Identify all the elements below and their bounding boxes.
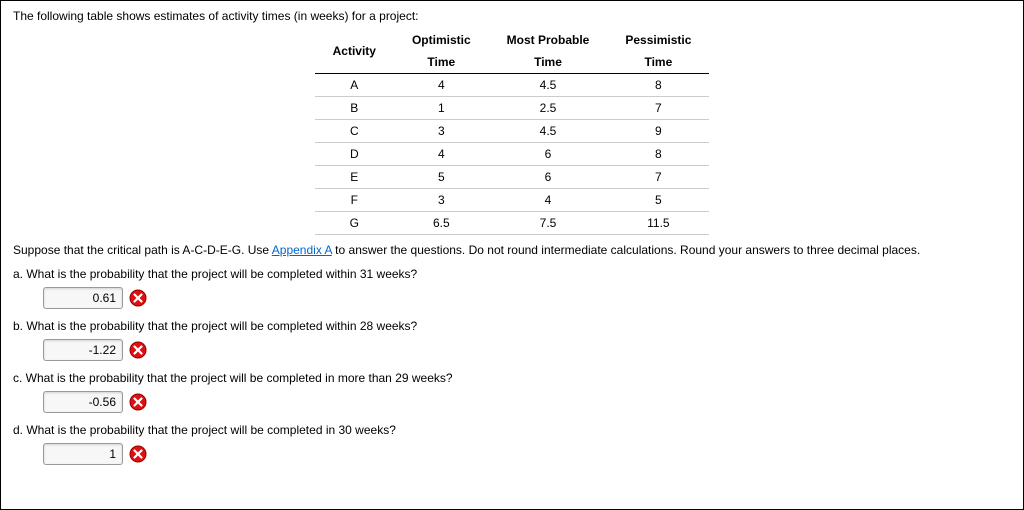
table-row: F 3 4 5 [315, 189, 710, 212]
cell-prob: 6 [489, 166, 608, 189]
question-c: c. What is the probability that the proj… [13, 371, 1011, 413]
activity-header: Activity [315, 29, 394, 74]
cell-pess: 11.5 [607, 212, 709, 235]
wrong-icon [129, 289, 147, 307]
wrong-icon [129, 445, 147, 463]
cell-opt: 4 [394, 143, 489, 166]
question-d-text: d. What is the probability that the proj… [13, 423, 1011, 437]
cell-prob: 6 [489, 143, 608, 166]
cell-opt: 4 [394, 74, 489, 97]
instructions-post: to answer the questions. Do not round in… [332, 243, 920, 257]
cell-activity: G [315, 212, 394, 235]
table-row: E 5 6 7 [315, 166, 710, 189]
question-d: d. What is the probability that the proj… [13, 423, 1011, 465]
cell-activity: F [315, 189, 394, 212]
answer-c-input[interactable] [43, 391, 123, 413]
cell-pess: 8 [607, 74, 709, 97]
table-header-row-1: Activity Optimistic Most Probable Pessim… [315, 29, 710, 51]
cell-activity: E [315, 166, 394, 189]
appendix-link[interactable]: Appendix A [272, 243, 332, 257]
pessimistic-header-l2: Time [607, 51, 709, 74]
wrong-icon [129, 341, 147, 359]
answer-a-input[interactable] [43, 287, 123, 309]
cell-prob: 2.5 [489, 97, 608, 120]
cell-activity: C [315, 120, 394, 143]
cell-activity: A [315, 74, 394, 97]
cell-pess: 7 [607, 166, 709, 189]
cell-prob: 4.5 [489, 120, 608, 143]
question-a-text: a. What is the probability that the proj… [13, 267, 1011, 281]
activity-table: Activity Optimistic Most Probable Pessim… [315, 29, 710, 235]
optimistic-header-l2: Time [394, 51, 489, 74]
cell-opt: 5 [394, 166, 489, 189]
optimistic-header-l1: Optimistic [394, 29, 489, 51]
question-b-text: b. What is the probability that the proj… [13, 319, 1011, 333]
question-a: a. What is the probability that the proj… [13, 267, 1011, 309]
table-row: A 4 4.5 8 [315, 74, 710, 97]
cell-prob: 7.5 [489, 212, 608, 235]
cell-opt: 3 [394, 189, 489, 212]
pessimistic-header-l1: Pessimistic [607, 29, 709, 51]
probable-header-l1: Most Probable [489, 29, 608, 51]
cell-opt: 6.5 [394, 212, 489, 235]
activity-table-container: Activity Optimistic Most Probable Pessim… [13, 29, 1011, 235]
cell-pess: 5 [607, 189, 709, 212]
table-row: C 3 4.5 9 [315, 120, 710, 143]
cell-opt: 3 [394, 120, 489, 143]
answer-b-input[interactable] [43, 339, 123, 361]
cell-opt: 1 [394, 97, 489, 120]
instructions-pre: Suppose that the critical path is A-C-D-… [13, 243, 272, 257]
table-row: D 4 6 8 [315, 143, 710, 166]
instructions-text: Suppose that the critical path is A-C-D-… [13, 243, 1011, 257]
probable-header-l2: Time [489, 51, 608, 74]
cell-prob: 4 [489, 189, 608, 212]
question-c-text: c. What is the probability that the proj… [13, 371, 1011, 385]
cell-activity: B [315, 97, 394, 120]
cell-pess: 9 [607, 120, 709, 143]
intro-text: The following table shows estimates of a… [13, 9, 1011, 23]
answer-d-input[interactable] [43, 443, 123, 465]
table-row: B 1 2.5 7 [315, 97, 710, 120]
cell-activity: D [315, 143, 394, 166]
cell-prob: 4.5 [489, 74, 608, 97]
wrong-icon [129, 393, 147, 411]
table-row: G 6.5 7.5 11.5 [315, 212, 710, 235]
cell-pess: 7 [607, 97, 709, 120]
question-b: b. What is the probability that the proj… [13, 319, 1011, 361]
cell-pess: 8 [607, 143, 709, 166]
